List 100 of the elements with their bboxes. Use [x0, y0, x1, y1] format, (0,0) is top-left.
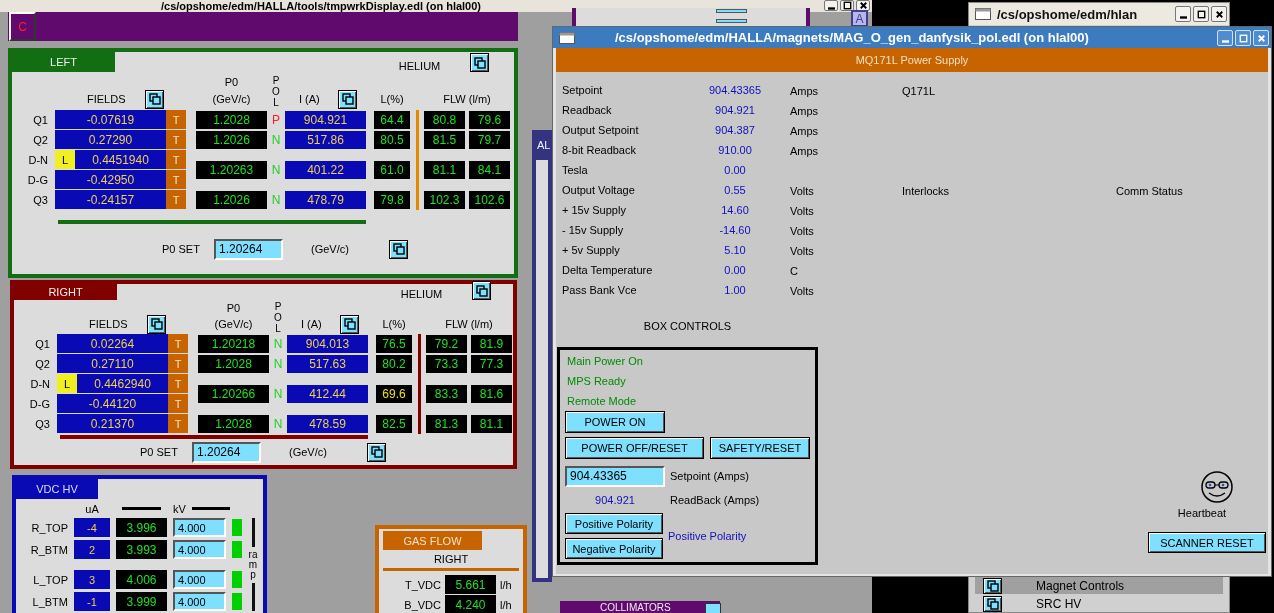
setpoint-field[interactable]: 4.000 [173, 540, 226, 559]
reading-label: + 5v Supply [562, 244, 621, 256]
status-tag: T [168, 334, 188, 353]
level-readout: 82.5 [376, 415, 412, 433]
side-label: Q171L [902, 84, 937, 99]
reading-value: 904.43365 [708, 84, 762, 96]
level-readout: 80.2 [376, 355, 412, 373]
p0-readout: 1.20263 [196, 161, 267, 179]
command-button[interactable]: POWER ON [565, 411, 665, 433]
status-tag: T [166, 130, 186, 149]
related-display-button[interactable] [983, 577, 1002, 594]
panel-button[interactable] [716, 9, 747, 13]
flow-readout: 79.2 [426, 335, 467, 353]
ramp-bar [251, 518, 255, 547]
setpoint-field[interactable]: 904.43365 [565, 465, 665, 487]
current-readout: 478.59 [287, 415, 368, 433]
close-button[interactable] [1211, 6, 1227, 22]
polarity-letter: N [272, 387, 284, 401]
status-text: Main Power On [566, 354, 644, 369]
minimize-button[interactable] [1175, 6, 1191, 22]
command-button[interactable]: SAFETY/RESET [710, 437, 810, 459]
setpoint-field[interactable]: 4.000 [173, 570, 226, 589]
panel-button[interactable] [716, 19, 747, 23]
current-readout: 2 [74, 540, 110, 559]
flow-readout: 80.8 [424, 111, 465, 129]
panel-button[interactable] [705, 603, 721, 613]
flow-readout: 83.3 [426, 385, 467, 403]
related-display-button[interactable] [340, 314, 359, 334]
p0-set-field[interactable]: 1.20264 [214, 238, 283, 260]
row-label: Q1 [35, 338, 51, 350]
polarity-button[interactable]: Positive Polarity [565, 513, 663, 534]
polarity-letter: N [270, 163, 282, 177]
p0-set-label: P0 SET [140, 446, 179, 458]
section-title: BOX CONTROLS [642, 320, 733, 334]
field-value: -0.42950 [85, 172, 136, 187]
column-header: I (A) [301, 318, 322, 330]
minimize-button[interactable] [824, 0, 838, 11]
column-header: P0 [223, 76, 240, 88]
field-value: -0.44120 [87, 396, 138, 411]
menu-item[interactable]: SRC HV [975, 595, 1223, 612]
reading-value: 0.55 [723, 184, 747, 196]
maximize-button[interactable] [840, 0, 854, 11]
p0-set-field[interactable]: 1.20264 [192, 441, 261, 463]
reading-value: 904.921 [714, 104, 756, 116]
flow-readout: 79.7 [469, 131, 510, 149]
setpoint-field[interactable]: 4.000 [173, 592, 226, 611]
related-display-button[interactable] [470, 53, 489, 72]
row-label: Q2 [35, 358, 51, 370]
related-display-button[interactable] [147, 314, 166, 334]
field-value: 0.27110 [90, 356, 135, 371]
polarity-letter: N [270, 133, 282, 147]
unit-label: (GeV/c) [311, 243, 350, 255]
flow-readout: 5.661 [445, 575, 496, 594]
field-value: 0.27290 [87, 132, 134, 147]
row-label: D-G [29, 398, 51, 410]
unit-label: Volts [790, 204, 815, 219]
menu-item[interactable]: Magnet Controls [975, 577, 1223, 594]
related-display-button[interactable] [338, 89, 357, 109]
level-readout: 69.6 [376, 385, 412, 403]
close-icon [857, 0, 869, 11]
readback-value: 904.921 [594, 494, 636, 506]
reading-label: 8-bit Readback [562, 144, 637, 156]
related-display-button[interactable] [145, 89, 164, 109]
reading-value: -14.60 [718, 224, 752, 236]
panel-title: COLLIMATORS [600, 602, 671, 613]
flow-readout: 81.1 [471, 415, 512, 433]
reading-label: Output Voltage [562, 184, 636, 196]
row-label: R_TOP [30, 521, 68, 534]
polarity-letter: P [271, 113, 281, 127]
related-display-button[interactable] [367, 442, 386, 462]
status-tag: T [166, 110, 186, 129]
flow-readout: 81.3 [426, 415, 467, 433]
menu-item-label: Magnet Controls [1036, 578, 1125, 593]
polarity-button[interactable]: Negative Polarity [565, 538, 663, 559]
voltage-readout: 4.006 [116, 570, 167, 589]
flow-readout: 102.3 [424, 191, 465, 209]
maximize-button[interactable] [1193, 6, 1209, 22]
minimize-icon [827, 7, 835, 10]
unit-label: Volts [790, 244, 815, 259]
setpoint-field[interactable]: 4.000 [173, 518, 226, 537]
column-header: (GeV/c) [211, 93, 252, 105]
reading-label: Tesla [562, 164, 589, 176]
scanner-reset-button[interactable]: SCANNER RESET [1148, 532, 1266, 553]
current-readout: -4 [74, 518, 110, 537]
related-display-button[interactable] [389, 239, 408, 259]
voltage-readout: 3.999 [116, 592, 167, 611]
related-display-button[interactable] [472, 281, 491, 300]
polarity-letter: N [270, 193, 282, 207]
status-tag: T [168, 374, 188, 393]
command-button[interactable]: POWER OFF/RESET [565, 437, 704, 459]
window-title: /cs/opshome/edm/HALLA/tools/tmpwrkDisplay.edl (on hlal00) [160, 0, 482, 12]
current-readout: 904.013 [287, 335, 368, 353]
related-display-button[interactable] [983, 595, 1002, 612]
flow-readout: 73.3 [426, 355, 467, 373]
reading-value: 0.00 [723, 264, 747, 276]
reading-value: 0.00 [723, 164, 747, 176]
status-tag: T [168, 394, 188, 413]
current-readout: 412.44 [287, 385, 368, 403]
row-label: D-N [30, 378, 51, 390]
column-header: POL [271, 74, 281, 108]
